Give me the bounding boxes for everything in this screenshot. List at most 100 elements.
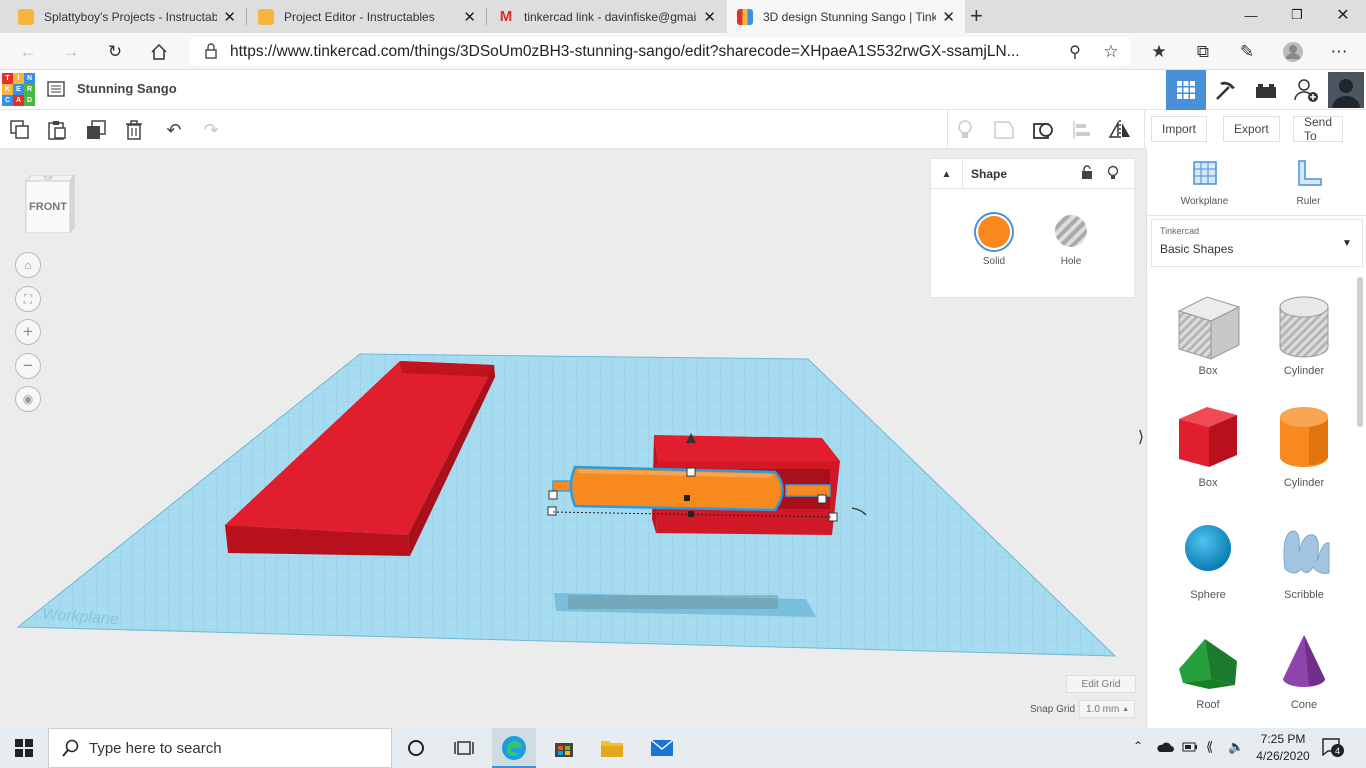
panel-collapse-chevron-icon[interactable]: ⟩ [1136, 419, 1146, 455]
redo-icon[interactable]: ↷ [199, 118, 223, 142]
volume-muted-icon[interactable]: 🔈 [1228, 739, 1244, 755]
favorite-star-icon[interactable]: ☆ [1098, 39, 1124, 65]
tray-expand-icon[interactable]: ⌃ [1133, 739, 1143, 753]
shape-tile-cone[interactable]: Cone [1259, 625, 1349, 735]
ruler-label: Ruler [1296, 196, 1321, 207]
browser-tab-3[interactable]: M tinkercad link - davinfiske@gmai ✕ [488, 0, 726, 33]
zoom-out-icon[interactable]: − [15, 353, 41, 379]
browser-tab-2[interactable]: Project Editor - Instructables ✕ [248, 0, 486, 33]
close-window-icon[interactable]: ✕ [1320, 0, 1366, 30]
paste-icon[interactable] [45, 118, 69, 142]
panel-scrollbar[interactable] [1357, 277, 1363, 427]
shape-label: Cone [1290, 699, 1318, 711]
align-icon[interactable] [1070, 118, 1094, 142]
shape-tile-box-hole[interactable]: Box [1163, 289, 1253, 399]
ruler-tool[interactable]: Ruler [1261, 159, 1356, 209]
home-icon[interactable] [146, 39, 172, 65]
file-explorer-icon[interactable] [598, 734, 626, 762]
favorites-icon[interactable]: ★ [1146, 39, 1172, 65]
snap-grid-select[interactable]: 1.0 mm ▲ [1079, 700, 1135, 718]
browser-address-bar: ← → ↻ https://www.tinkercad.com/things/3… [0, 33, 1366, 70]
back-icon[interactable]: ← [15, 39, 41, 65]
close-tab-icon[interactable]: ✕ [223, 8, 236, 26]
browser-tab-4-active[interactable]: 3D design Stunning Sango | Tink ✕ [727, 0, 965, 33]
show-all-icon[interactable] [1031, 118, 1055, 142]
windows-start-icon[interactable] [10, 734, 38, 762]
solid-color-swatch[interactable] [974, 212, 1014, 252]
add-user-icon[interactable] [1286, 70, 1326, 110]
close-tab-icon[interactable]: ✕ [942, 8, 955, 26]
close-tab-icon[interactable]: ✕ [703, 8, 716, 26]
library-name-label: Basic Shapes [1160, 242, 1234, 256]
taskbar-search-input[interactable]: Type here to search [48, 728, 392, 768]
shape-tile-box[interactable]: Box [1163, 401, 1253, 511]
copy-icon[interactable] [8, 118, 32, 142]
more-icon[interactable]: ⋯ [1326, 39, 1352, 65]
windows-taskbar: Type here to search ⌃ ⟪ 🔈 7:25 PM 4/26/2… [0, 728, 1366, 768]
collections-icon[interactable]: ⧉ [1190, 39, 1216, 65]
design-title[interactable]: Stunning Sango [77, 81, 177, 96]
workplane-tool[interactable]: Workplane [1157, 159, 1252, 209]
clock-date: 4/26/2020 [1256, 749, 1310, 763]
bricks-icon[interactable] [1246, 70, 1286, 110]
delete-icon[interactable] [122, 118, 146, 142]
design-menu-icon[interactable] [47, 81, 65, 100]
pickaxe-icon[interactable] [1206, 70, 1246, 110]
mirror-icon[interactable] [1108, 118, 1132, 142]
task-view-icon[interactable] [450, 734, 478, 762]
send-to-button[interactable]: Send To [1293, 115, 1344, 143]
import-button[interactable]: Import [1151, 116, 1208, 142]
shape-label: Sphere [1190, 589, 1226, 601]
lock-icon[interactable] [1081, 165, 1093, 182]
view-cube[interactable]: TOP FRONT [22, 173, 76, 235]
notes-lightbulb-icon[interactable] [953, 118, 977, 142]
home-view-icon[interactable]: ⌂ [15, 252, 41, 278]
lock-icon [204, 43, 218, 64]
zoom-in-icon[interactable]: + [15, 319, 41, 345]
visibility-lightbulb-icon[interactable] [1107, 165, 1119, 184]
close-tab-icon[interactable]: ✕ [463, 8, 476, 26]
url-field[interactable]: https://www.tinkercad.com/things/3DSoUm0… [190, 37, 1130, 66]
wifi-icon[interactable]: ⟪ [1206, 739, 1213, 755]
refresh-icon[interactable]: ↻ [102, 39, 128, 65]
perspective-icon[interactable]: ◉ [15, 386, 41, 412]
instructables-favicon-icon [18, 8, 34, 25]
user-avatar[interactable] [1326, 70, 1366, 110]
fit-view-icon[interactable]: ⛶ [15, 286, 41, 312]
share-icon[interactable]: ✎ [1234, 39, 1260, 65]
tinkercad-logo[interactable]: T I N K E R C A D [2, 73, 36, 107]
duplicate-icon[interactable] [84, 118, 108, 142]
taskbar-clock[interactable]: 7:25 PM 4/26/2020 [1250, 731, 1316, 765]
export-button[interactable]: Export [1223, 116, 1280, 142]
solid-label: Solid [982, 256, 1006, 267]
battery-icon[interactable] [1182, 741, 1198, 756]
cortana-icon[interactable] [402, 734, 430, 762]
onedrive-cloud-icon[interactable] [1156, 741, 1174, 756]
shape-tile-cylinder-hole[interactable]: Cylinder [1259, 289, 1349, 399]
shape-tile-scribble[interactable]: Scribble [1259, 513, 1349, 623]
zoom-icon[interactable]: ⚲ [1062, 39, 1088, 65]
new-tab-button[interactable]: + [970, 4, 990, 28]
undo-icon[interactable]: ↶ [162, 118, 186, 142]
forward-icon[interactable]: → [58, 39, 84, 65]
3d-design-view-button[interactable] [1166, 70, 1206, 110]
taskbar-edge-active[interactable] [492, 728, 536, 768]
shape-label: Box [1198, 477, 1218, 489]
hole-swatch[interactable] [1055, 215, 1087, 247]
browser-tab-1[interactable]: Splattyboy's Projects - Instructab ✕ [8, 0, 246, 33]
tab-title: tinkercad link - davinfiske@gmai [524, 9, 697, 24]
dropdown-caret-icon: ▼ [1342, 238, 1352, 249]
mail-icon[interactable] [648, 734, 676, 762]
minimize-icon[interactable]: — [1228, 0, 1274, 30]
profile-icon[interactable] [1280, 39, 1306, 65]
shape-tile-roof[interactable]: Roof [1163, 625, 1253, 735]
comment-icon[interactable] [992, 118, 1016, 142]
action-center-icon[interactable]: 4 [1322, 738, 1344, 758]
shape-library-select[interactable]: Tinkercad Basic Shapes ▼ [1151, 219, 1363, 267]
shape-tile-sphere[interactable]: Sphere [1163, 513, 1253, 623]
restore-icon[interactable]: ❐ [1274, 0, 1320, 30]
edit-grid-button[interactable]: Edit Grid [1066, 675, 1136, 693]
microsoft-store-icon[interactable] [550, 734, 578, 762]
collapse-panel-icon[interactable]: ▲ [931, 159, 963, 189]
shape-tile-cylinder[interactable]: Cylinder [1259, 401, 1349, 511]
